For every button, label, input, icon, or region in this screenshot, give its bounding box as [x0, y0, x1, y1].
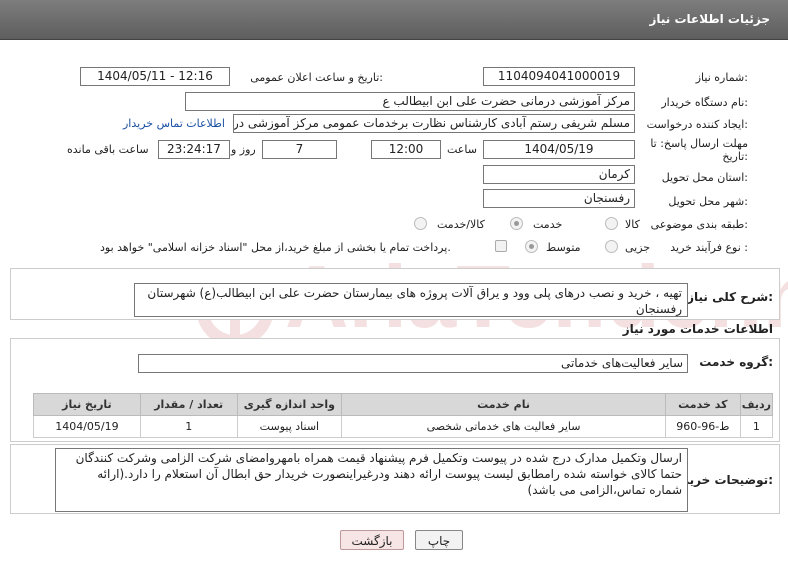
- services-section-title: اطلاعات خدمات مورد نیاز: [622, 322, 773, 336]
- cell-qty: 1: [139, 415, 238, 438]
- treasury-payment-checkbox[interactable]: [495, 240, 507, 252]
- table-row: 1 ط-96-960 سایر فعالیت های خدماتی شخصی ا…: [33, 415, 774, 438]
- announce-label: تاریخ و ساعت اعلان عمومی:: [250, 71, 383, 84]
- remaining-time-field: 23:24:17: [158, 140, 230, 159]
- deadline-days-field: 7: [262, 140, 337, 159]
- city-field: رفسنجان: [483, 189, 635, 208]
- category-option-goods-radio[interactable]: [605, 217, 618, 230]
- deadline-time-label: ساعت: [447, 143, 477, 156]
- announce-field: 1404/05/11 - 12:16: [80, 67, 230, 86]
- service-group-field: سایر فعالیت‌های خدماتی: [138, 354, 688, 373]
- cell-unit: اسناد پیوست: [236, 415, 343, 438]
- process-option-medium-radio[interactable]: [525, 240, 538, 253]
- deadline-time-field: 12:00: [371, 140, 441, 159]
- col-unit-header: واحد اندازه گیری: [236, 393, 343, 416]
- process-option-minor-label: جزیی: [625, 241, 651, 254]
- service-group-label: گروه خدمت:: [699, 355, 773, 369]
- remaining-time-label: ساعت باقی مانده: [67, 143, 149, 156]
- buyer-org-label: نام دستگاه خریدار:: [661, 96, 748, 109]
- category-label: طبقه بندی موضوعی:: [650, 218, 748, 231]
- need-number-label: شماره نیاز:: [695, 71, 748, 84]
- requester-label: ایجاد کننده درخواست:: [646, 118, 748, 131]
- col-row-header: ردیف: [739, 393, 774, 416]
- cell-row: 1: [739, 415, 774, 438]
- buyer-contact-link[interactable]: اطلاعات تماس خریدار: [123, 117, 225, 130]
- province-field: کرمان: [483, 165, 635, 184]
- buyer-org-field: مرکز آموزشی درمانی حضرت علی ابن ابیطالب …: [185, 92, 635, 111]
- cell-date: 1404/05/19: [33, 415, 141, 438]
- buyer-notes-textarea: ارسال وتکمیل مدارک درج شده در پیوست وتکم…: [55, 448, 688, 512]
- deadline-label-date: تاریخ:: [722, 150, 748, 163]
- col-code-header: کد خدمت: [664, 393, 741, 416]
- summary-textarea: تهیه ، خرید و نصب درهای پلی وود و یراق آ…: [134, 283, 688, 317]
- process-label: نوع فرآیند خرید :: [670, 241, 748, 254]
- print-button[interactable]: چاپ: [415, 530, 463, 550]
- process-option-medium-label: متوسط: [546, 241, 581, 254]
- category-option-service-label: خدمت: [533, 218, 563, 231]
- need-number-field: 1104094041000019: [483, 67, 635, 86]
- deadline-days-label: روز و: [231, 143, 256, 156]
- city-label: شهر محل تحویل:: [668, 195, 748, 208]
- back-button[interactable]: بازگشت: [340, 530, 404, 550]
- summary-label: شرح کلی نیاز:: [687, 290, 773, 304]
- services-table-header-row: ردیف کد خدمت نام خدمت واحد اندازه گیری ت…: [33, 393, 774, 416]
- requester-field: مسلم شریفی رستم آبادی کارشناس نظارت برخد…: [233, 114, 635, 133]
- category-option-goods-service-radio[interactable]: [414, 217, 427, 230]
- deadline-date-field: 1404/05/19: [483, 140, 635, 159]
- col-date-header: تاریخ نیاز: [33, 393, 141, 416]
- col-name-header: نام خدمت: [341, 393, 666, 416]
- category-option-goods-label: کالا: [625, 218, 640, 231]
- deadline-label: مهلت ارسال پاسخ: تا: [650, 137, 748, 150]
- category-option-goods-service-label: کالا/خدمت: [437, 218, 485, 231]
- col-qty-header: تعداد / مقدار: [139, 393, 238, 416]
- process-option-minor-radio[interactable]: [605, 240, 618, 253]
- title-bar: جزئیات اطلاعات نیاز: [0, 0, 788, 40]
- cell-code: ط-96-960: [664, 415, 741, 438]
- province-label: استان محل تحویل:: [661, 171, 748, 184]
- page-title: جزئیات اطلاعات نیاز: [649, 12, 770, 26]
- cell-name: سایر فعالیت های خدماتی شخصی: [341, 415, 666, 438]
- category-option-service-radio[interactable]: [510, 217, 523, 230]
- services-table: ردیف کد خدمت نام خدمت واحد اندازه گیری ت…: [33, 393, 774, 438]
- treasury-payment-note: پرداخت تمام یا بخشی از مبلغ خرید،از محل …: [100, 241, 451, 254]
